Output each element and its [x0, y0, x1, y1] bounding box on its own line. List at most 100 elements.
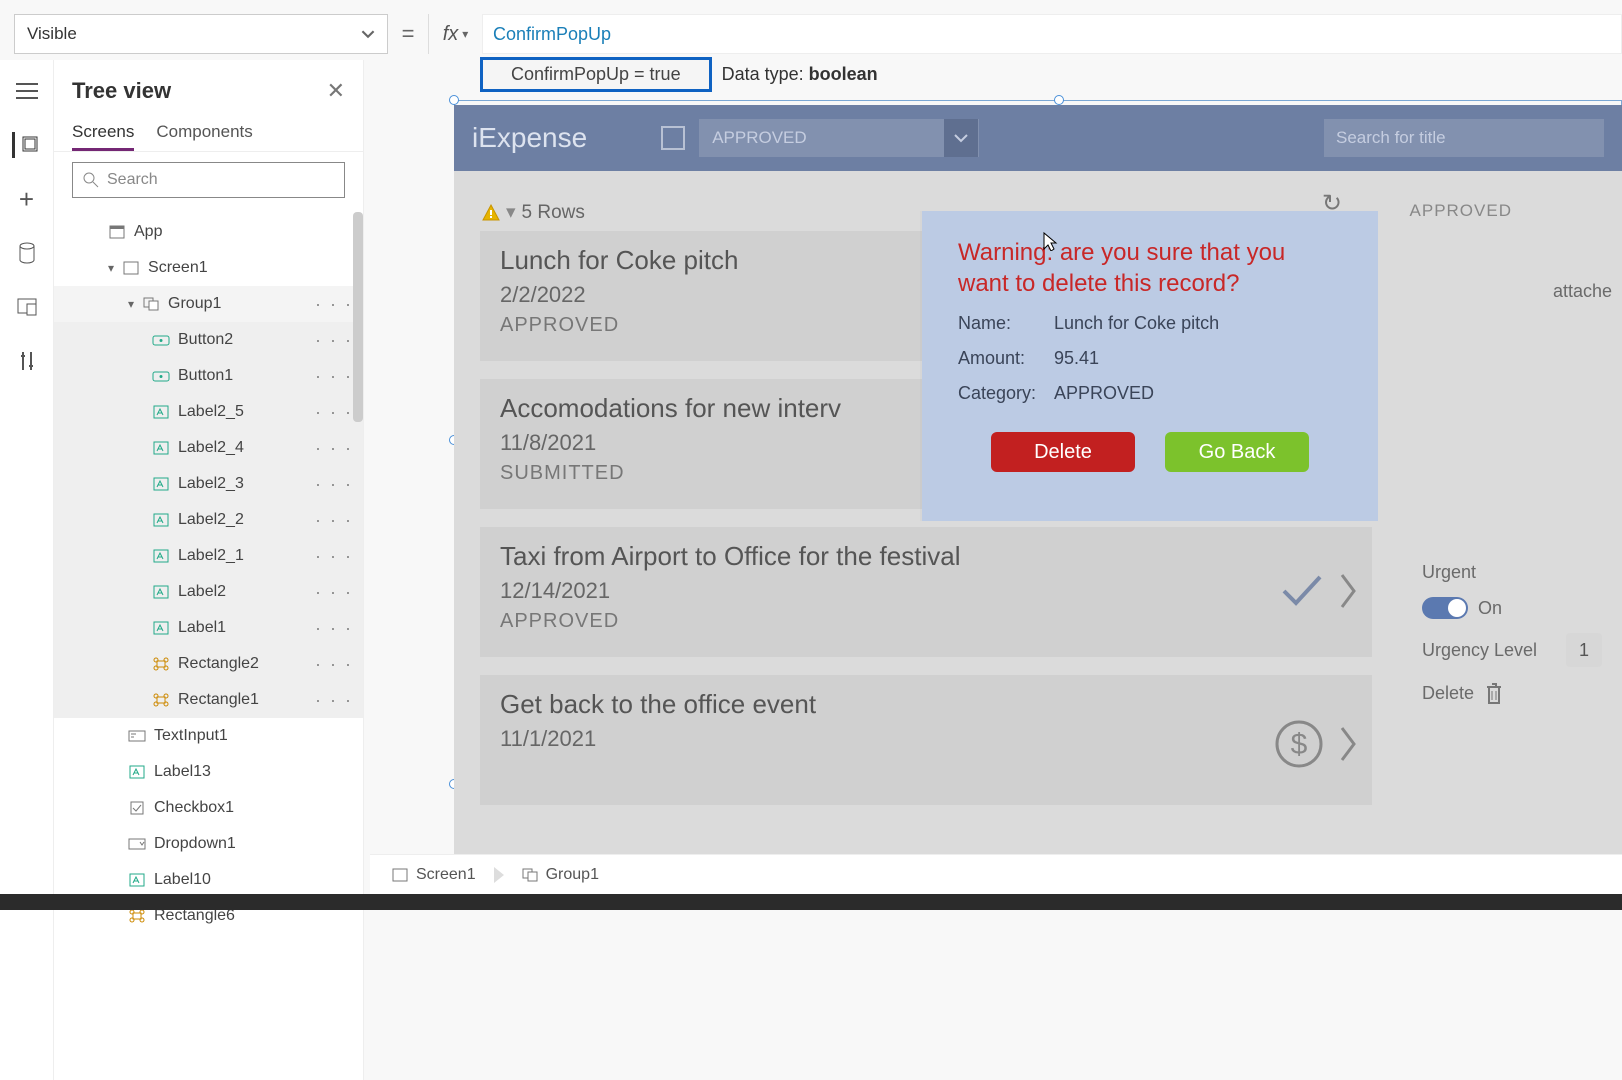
list-item[interactable]: Get back to the office event 11/1/2021 $ [480, 675, 1372, 805]
insert-icon[interactable]: + [14, 186, 40, 212]
more-icon[interactable]: · · · [315, 474, 353, 495]
scrollbar-thumb[interactable] [353, 212, 363, 422]
formula-eval-text: ConfirmPopUp = true [511, 64, 681, 84]
popup-name-value: Lunch for Coke pitch [1054, 313, 1219, 334]
chevron-right-icon[interactable] [1338, 724, 1358, 764]
more-icon[interactable]: · · · [315, 294, 353, 315]
selection-handle[interactable] [1054, 95, 1064, 105]
app-search-input[interactable]: Search for title [1324, 119, 1604, 157]
go-back-button[interactable]: Go Back [1165, 432, 1309, 472]
more-icon[interactable]: · · · [315, 546, 353, 567]
tree-item-label: Rectangle2 [178, 655, 259, 673]
more-icon[interactable]: · · · [315, 618, 353, 639]
urgency-level-value[interactable]: 1 [1566, 633, 1602, 667]
label-icon [152, 619, 170, 637]
more-icon[interactable]: · · · [315, 690, 353, 711]
fx-button[interactable]: fx▾ [428, 14, 482, 54]
breadcrumb: Screen1 Group1 [370, 854, 1622, 894]
tree-item-textinput1[interactable]: TextInput1 [54, 718, 363, 754]
tree-item-rectangle2[interactable]: Rectangle2 · · · [54, 646, 363, 682]
list-item[interactable]: Taxi from Airport to Office for the fest… [480, 527, 1372, 657]
data-icon[interactable] [14, 240, 40, 266]
app-title: iExpense [472, 122, 587, 154]
tree-item-app[interactable]: App [54, 214, 363, 250]
warning-icon [482, 204, 500, 222]
dollar-icon[interactable]: $ [1274, 719, 1324, 769]
tree-item-button1[interactable]: Button1· · · [54, 358, 363, 394]
more-icon[interactable]: · · · [315, 366, 353, 387]
label-icon [152, 475, 170, 493]
tree-item-label1[interactable]: Label1· · · [54, 610, 363, 646]
more-icon[interactable]: · · · [315, 330, 353, 351]
tree-item-dropdown1[interactable]: Dropdown1 [54, 826, 363, 862]
property-selector[interactable]: Visible [14, 14, 388, 54]
tree-item-screen1[interactable]: ▾Screen1 [54, 250, 363, 286]
tree-item-label10[interactable]: Label10 [54, 862, 363, 898]
group-icon [142, 295, 160, 313]
tree-item-label2_3[interactable]: Label2_3· · · [54, 466, 363, 502]
tree-panel: Tree view ✕ Screens Components Search Ap… [54, 60, 364, 1080]
list-item-date: 12/14/2021 [500, 578, 1352, 604]
status-bar [0, 894, 1622, 910]
tree-item-label: Dropdown1 [154, 835, 236, 853]
popup-amount-key: Amount: [958, 348, 1054, 369]
delete-label: Delete [1422, 683, 1474, 704]
more-icon[interactable]: · · · [315, 402, 353, 423]
trash-icon[interactable] [1484, 681, 1504, 705]
tree-item-label13[interactable]: Label13 [54, 754, 363, 790]
more-icon[interactable]: · · · [315, 438, 353, 459]
list-item-date: 11/1/2021 [500, 726, 1352, 752]
popup-category-value: APPROVED [1054, 383, 1154, 404]
hamburger-icon[interactable] [14, 78, 40, 104]
app-icon [108, 223, 126, 241]
confirm-popup: Warning: are you sure that you want to d… [922, 211, 1378, 521]
tree-item-label2_2[interactable]: Label2_2 · · · [54, 502, 363, 538]
chevron-down-icon [361, 27, 375, 41]
tree-item-label2_5[interactable]: Label2_5· · · [54, 394, 363, 430]
tree-item-group1[interactable]: ▾Group1· · · [54, 286, 363, 322]
tree-search-placeholder: Search [107, 171, 158, 189]
more-icon[interactable]: · · · [315, 654, 353, 675]
formula-bar[interactable]: ConfirmPopUp [482, 14, 1622, 54]
tab-screens[interactable]: Screens [72, 116, 134, 151]
formula-eval-box: ConfirmPopUp = true [480, 57, 712, 92]
breadcrumb-separator [494, 867, 504, 883]
close-icon[interactable]: ✕ [327, 78, 345, 104]
tools-icon[interactable] [14, 348, 40, 374]
tree-item-button2[interactable]: Button2· · · [54, 322, 363, 358]
tree-item-label: Label2_2 [178, 511, 244, 529]
tree-item-checkbox1[interactable]: Checkbox1 [54, 790, 363, 826]
tree-search-input[interactable]: Search [72, 162, 345, 198]
tree-list: App▾Screen1▾Group1· · ·Button2· · ·Butto… [54, 208, 363, 940]
tree-item-label: Group1 [168, 295, 221, 313]
breadcrumb-segment[interactable]: Group1 [514, 866, 607, 884]
rect-icon [152, 655, 170, 673]
chevron-right-icon[interactable] [1338, 571, 1358, 611]
media-icon[interactable] [14, 294, 40, 320]
canvas[interactable]: iExpense APPROVED Search for title ▾ 5 R… [370, 95, 1622, 880]
delete-button[interactable]: Delete [991, 432, 1135, 472]
tree-item-label: Label10 [154, 871, 211, 889]
rows-count-text: 5 Rows [522, 202, 585, 224]
detail-panel: attache Urgent On Urgency Level 1 Delete [1422, 281, 1622, 719]
urgent-toggle[interactable] [1422, 597, 1468, 619]
breadcrumb-segment[interactable]: Screen1 [384, 866, 484, 884]
label-icon [152, 583, 170, 601]
selection-handle[interactable] [449, 95, 459, 105]
tree-item-label: Label2_1 [178, 547, 244, 565]
tab-components[interactable]: Components [156, 116, 252, 151]
tree-item-label2[interactable]: Label2 · · · [54, 574, 363, 610]
tree-view-icon[interactable] [12, 132, 38, 158]
list-item-title: Taxi from Airport to Office for the fest… [500, 541, 1352, 572]
tree-item-label: Label2 [178, 583, 226, 601]
app-checkbox[interactable] [661, 126, 685, 150]
label-icon [152, 511, 170, 529]
tree-item-label2_4[interactable]: Label2_4· · · [54, 430, 363, 466]
app-filter-dropdown[interactable]: APPROVED [699, 119, 979, 157]
check-icon[interactable] [1280, 571, 1324, 611]
warning-text: Warning: are you sure that you want to d… [958, 237, 1342, 299]
tree-item-label2_1[interactable]: Label2_1 · · · [54, 538, 363, 574]
more-icon[interactable]: · · · [315, 582, 353, 603]
tree-item-rectangle1[interactable]: Rectangle1· · · [54, 682, 363, 718]
more-icon[interactable]: · · · [315, 510, 353, 531]
